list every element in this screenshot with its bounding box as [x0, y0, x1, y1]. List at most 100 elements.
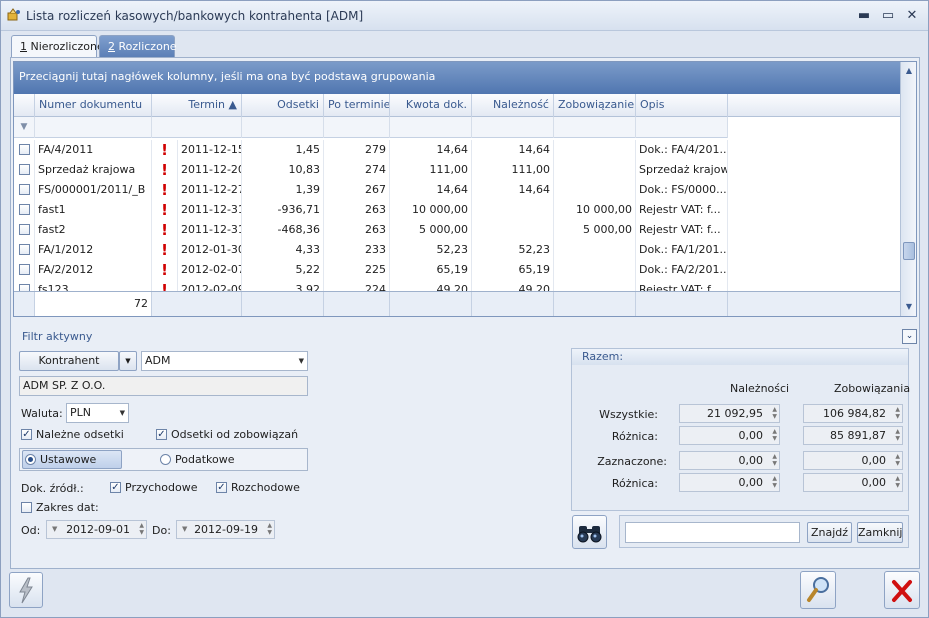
- binoculars-button[interactable]: [572, 515, 607, 549]
- select-cell[interactable]: [14, 140, 35, 160]
- close-icon[interactable]: ✕: [903, 7, 921, 25]
- table-row[interactable]: fast1! 2011-12-31 -936,71 263 10 000,00 10 00…: [14, 200, 728, 220]
- select-cell[interactable]: [14, 240, 35, 260]
- roznica-label: Różnica:: [611, 430, 658, 443]
- column-header-numer[interactable]: Numer dokumentu: [35, 94, 152, 117]
- select-cell[interactable]: [14, 200, 35, 220]
- select-cell[interactable]: [14, 220, 35, 240]
- column-header-naleznosc[interactable]: Należność: [472, 94, 554, 117]
- spinner-icon: ▲ ▼: [772, 428, 777, 442]
- ustawowe-radio[interactable]: Ustawowe: [25, 453, 96, 467]
- collapse-chevron-icon[interactable]: ⌄: [902, 329, 917, 344]
- select-cell[interactable]: [14, 260, 35, 280]
- select-cell[interactable]: [14, 280, 35, 291]
- main-panel: Przeciągnij tutaj nagłówek kolumny, jeśl…: [10, 57, 920, 569]
- row-checkbox[interactable]: [19, 164, 30, 175]
- cell-termin: 2012-01-30: [178, 240, 242, 260]
- maximize-icon[interactable]: ▭: [879, 7, 897, 25]
- select-cell[interactable]: [14, 160, 35, 180]
- tab-rozliczone[interactable]: 2 Rozliczone: [99, 35, 177, 57]
- spinner-icon[interactable]: ▲ ▼: [267, 522, 272, 536]
- table-row[interactable]: fs123! 2012-02-09 3,92 224 49,20 49,20 Rejestr…: [14, 280, 728, 291]
- odsetki-zobowiazan-checkbox[interactable]: ✓ Odsetki od zobowiązań: [156, 428, 298, 442]
- kontrahent-dropdown-icon[interactable]: ▼: [119, 351, 137, 371]
- filter-cell[interactable]: [152, 117, 242, 138]
- magnifier-button[interactable]: [800, 571, 836, 609]
- filter-bar: Filtr aktywny ⌄: [13, 328, 917, 346]
- cell-termin: 2012-02-09: [178, 280, 242, 291]
- tab-nierozliczone[interactable]: 1 Nierozliczone: [11, 35, 104, 58]
- table-row[interactable]: Sprzedaż krajowa! 2011-12-20 10,83 274 111,0…: [14, 160, 728, 180]
- scroll-up-icon[interactable]: ▲: [904, 66, 914, 76]
- roznica-zaznaczone-naleznosci: 0,00 ▲ ▼: [679, 473, 780, 492]
- spinner-icon: ▲ ▼: [895, 406, 900, 420]
- column-header-po-terminie[interactable]: Po terminie: [324, 94, 390, 117]
- lightning-button[interactable]: [9, 572, 43, 608]
- radio-empty-icon: [160, 454, 171, 465]
- do-date-field[interactable]: ▼ 2012-09-19 ▲ ▼: [176, 520, 275, 539]
- filter-cell[interactable]: [242, 117, 324, 138]
- cell-kwota: 5 000,00: [390, 220, 472, 240]
- row-checkbox[interactable]: [19, 224, 30, 235]
- cell-naleznosc: 49,20: [472, 280, 554, 291]
- select-cell[interactable]: [14, 180, 35, 200]
- filter-row: ▼: [14, 117, 728, 138]
- podatkowe-radio[interactable]: Podatkowe: [160, 453, 234, 467]
- waluta-select[interactable]: PLN ▼: [66, 403, 129, 423]
- cell-zobowiazanie: [554, 260, 636, 280]
- column-header-termin[interactable]: Termin ▲: [152, 94, 242, 117]
- cell-termin: 2012-02-07: [178, 260, 242, 280]
- nalezne-odsetki-checkbox[interactable]: ✓ Należne odsetki: [21, 428, 124, 442]
- od-date-field[interactable]: ▼ 2012-09-01 ▲ ▼: [46, 520, 147, 539]
- przychodowe-checkbox[interactable]: ✓ Przychodowe: [110, 481, 197, 495]
- kontrahent-button-label: Kontrahent: [38, 354, 100, 367]
- od-label: Od:: [21, 524, 41, 537]
- row-checkbox[interactable]: [19, 264, 30, 275]
- magnifier-icon: [807, 577, 829, 602]
- rozchodowe-checkbox[interactable]: ✓ Rozchodowe: [216, 481, 300, 495]
- table-row[interactable]: FA/1/2012! 2012-01-30 4,33 233 52,23 52,23 Dok…: [14, 240, 728, 260]
- column-header-select[interactable]: [14, 94, 35, 117]
- row-checkbox[interactable]: [19, 244, 30, 255]
- filter-funnel-icon[interactable]: ▼: [14, 117, 35, 138]
- cell-termin: 2011-12-15: [178, 140, 242, 160]
- filter-cell[interactable]: [472, 117, 554, 138]
- row-checkbox[interactable]: [19, 144, 30, 155]
- filter-cell[interactable]: [324, 117, 390, 138]
- roznica-zobowiazania: 85 891,87 ▲ ▼: [803, 426, 903, 445]
- find-button[interactable]: Znajdź: [807, 522, 852, 543]
- kontrahent-button[interactable]: Kontrahent: [19, 351, 119, 371]
- table-row[interactable]: FS/000001/2011/_B! 2011-12-27 1,39 267 14,64…: [14, 180, 728, 200]
- zaznaczone-label: Zaznaczone:: [597, 455, 667, 468]
- group-by-area[interactable]: Przeciągnij tutaj nagłówek kolumny, jeśl…: [14, 62, 900, 94]
- search-input[interactable]: [625, 522, 800, 543]
- minimize-icon[interactable]: ▬: [855, 7, 873, 25]
- zobowiazania-column-label: Zobowiązania: [834, 382, 911, 395]
- column-header-kwota[interactable]: Kwota dok.: [390, 94, 472, 117]
- row-checkbox[interactable]: [19, 204, 30, 215]
- table-row[interactable]: FA/4/2011! 2011-12-15 1,45 279 14,64 14,64 Dok…: [14, 140, 728, 160]
- scroll-down-icon[interactable]: ▼: [904, 302, 914, 312]
- kontrahent-select[interactable]: ADM ▼: [141, 351, 308, 371]
- row-checkbox[interactable]: [19, 184, 30, 195]
- checkbox-empty-icon: [21, 502, 32, 513]
- spinner-icon[interactable]: ▲ ▼: [139, 522, 144, 536]
- title-bar: Lista rozliczeń kasowych/bankowych kontr…: [1, 1, 928, 31]
- cancel-button[interactable]: [884, 571, 920, 609]
- filter-cell[interactable]: [636, 117, 728, 138]
- filter-cell[interactable]: [554, 117, 636, 138]
- row-checkbox[interactable]: [19, 284, 30, 291]
- column-header-opis[interactable]: Opis: [636, 94, 728, 117]
- scroll-thumb[interactable]: [903, 242, 915, 260]
- column-header-zobowiazanie[interactable]: Zobowiązanie: [554, 94, 636, 117]
- filter-cell[interactable]: [390, 117, 472, 138]
- zakres-dat-checkbox[interactable]: Zakres dat:: [21, 501, 99, 515]
- filter-cell[interactable]: [35, 117, 152, 138]
- table-row[interactable]: FA/2/2012! 2012-02-07 5,22 225 65,19 65,19 Dok…: [14, 260, 728, 280]
- close-search-button[interactable]: Zamknij: [857, 522, 903, 543]
- binoculars-icon: [577, 526, 602, 543]
- lightning-icon: [19, 577, 33, 604]
- table-row[interactable]: fast2! 2011-12-31 -468,36 263 5 000,00 5 000,…: [14, 220, 728, 240]
- column-header-odsetki[interactable]: Odsetki: [242, 94, 324, 117]
- grid-vertical-scrollbar[interactable]: ▲ ▼: [900, 62, 916, 316]
